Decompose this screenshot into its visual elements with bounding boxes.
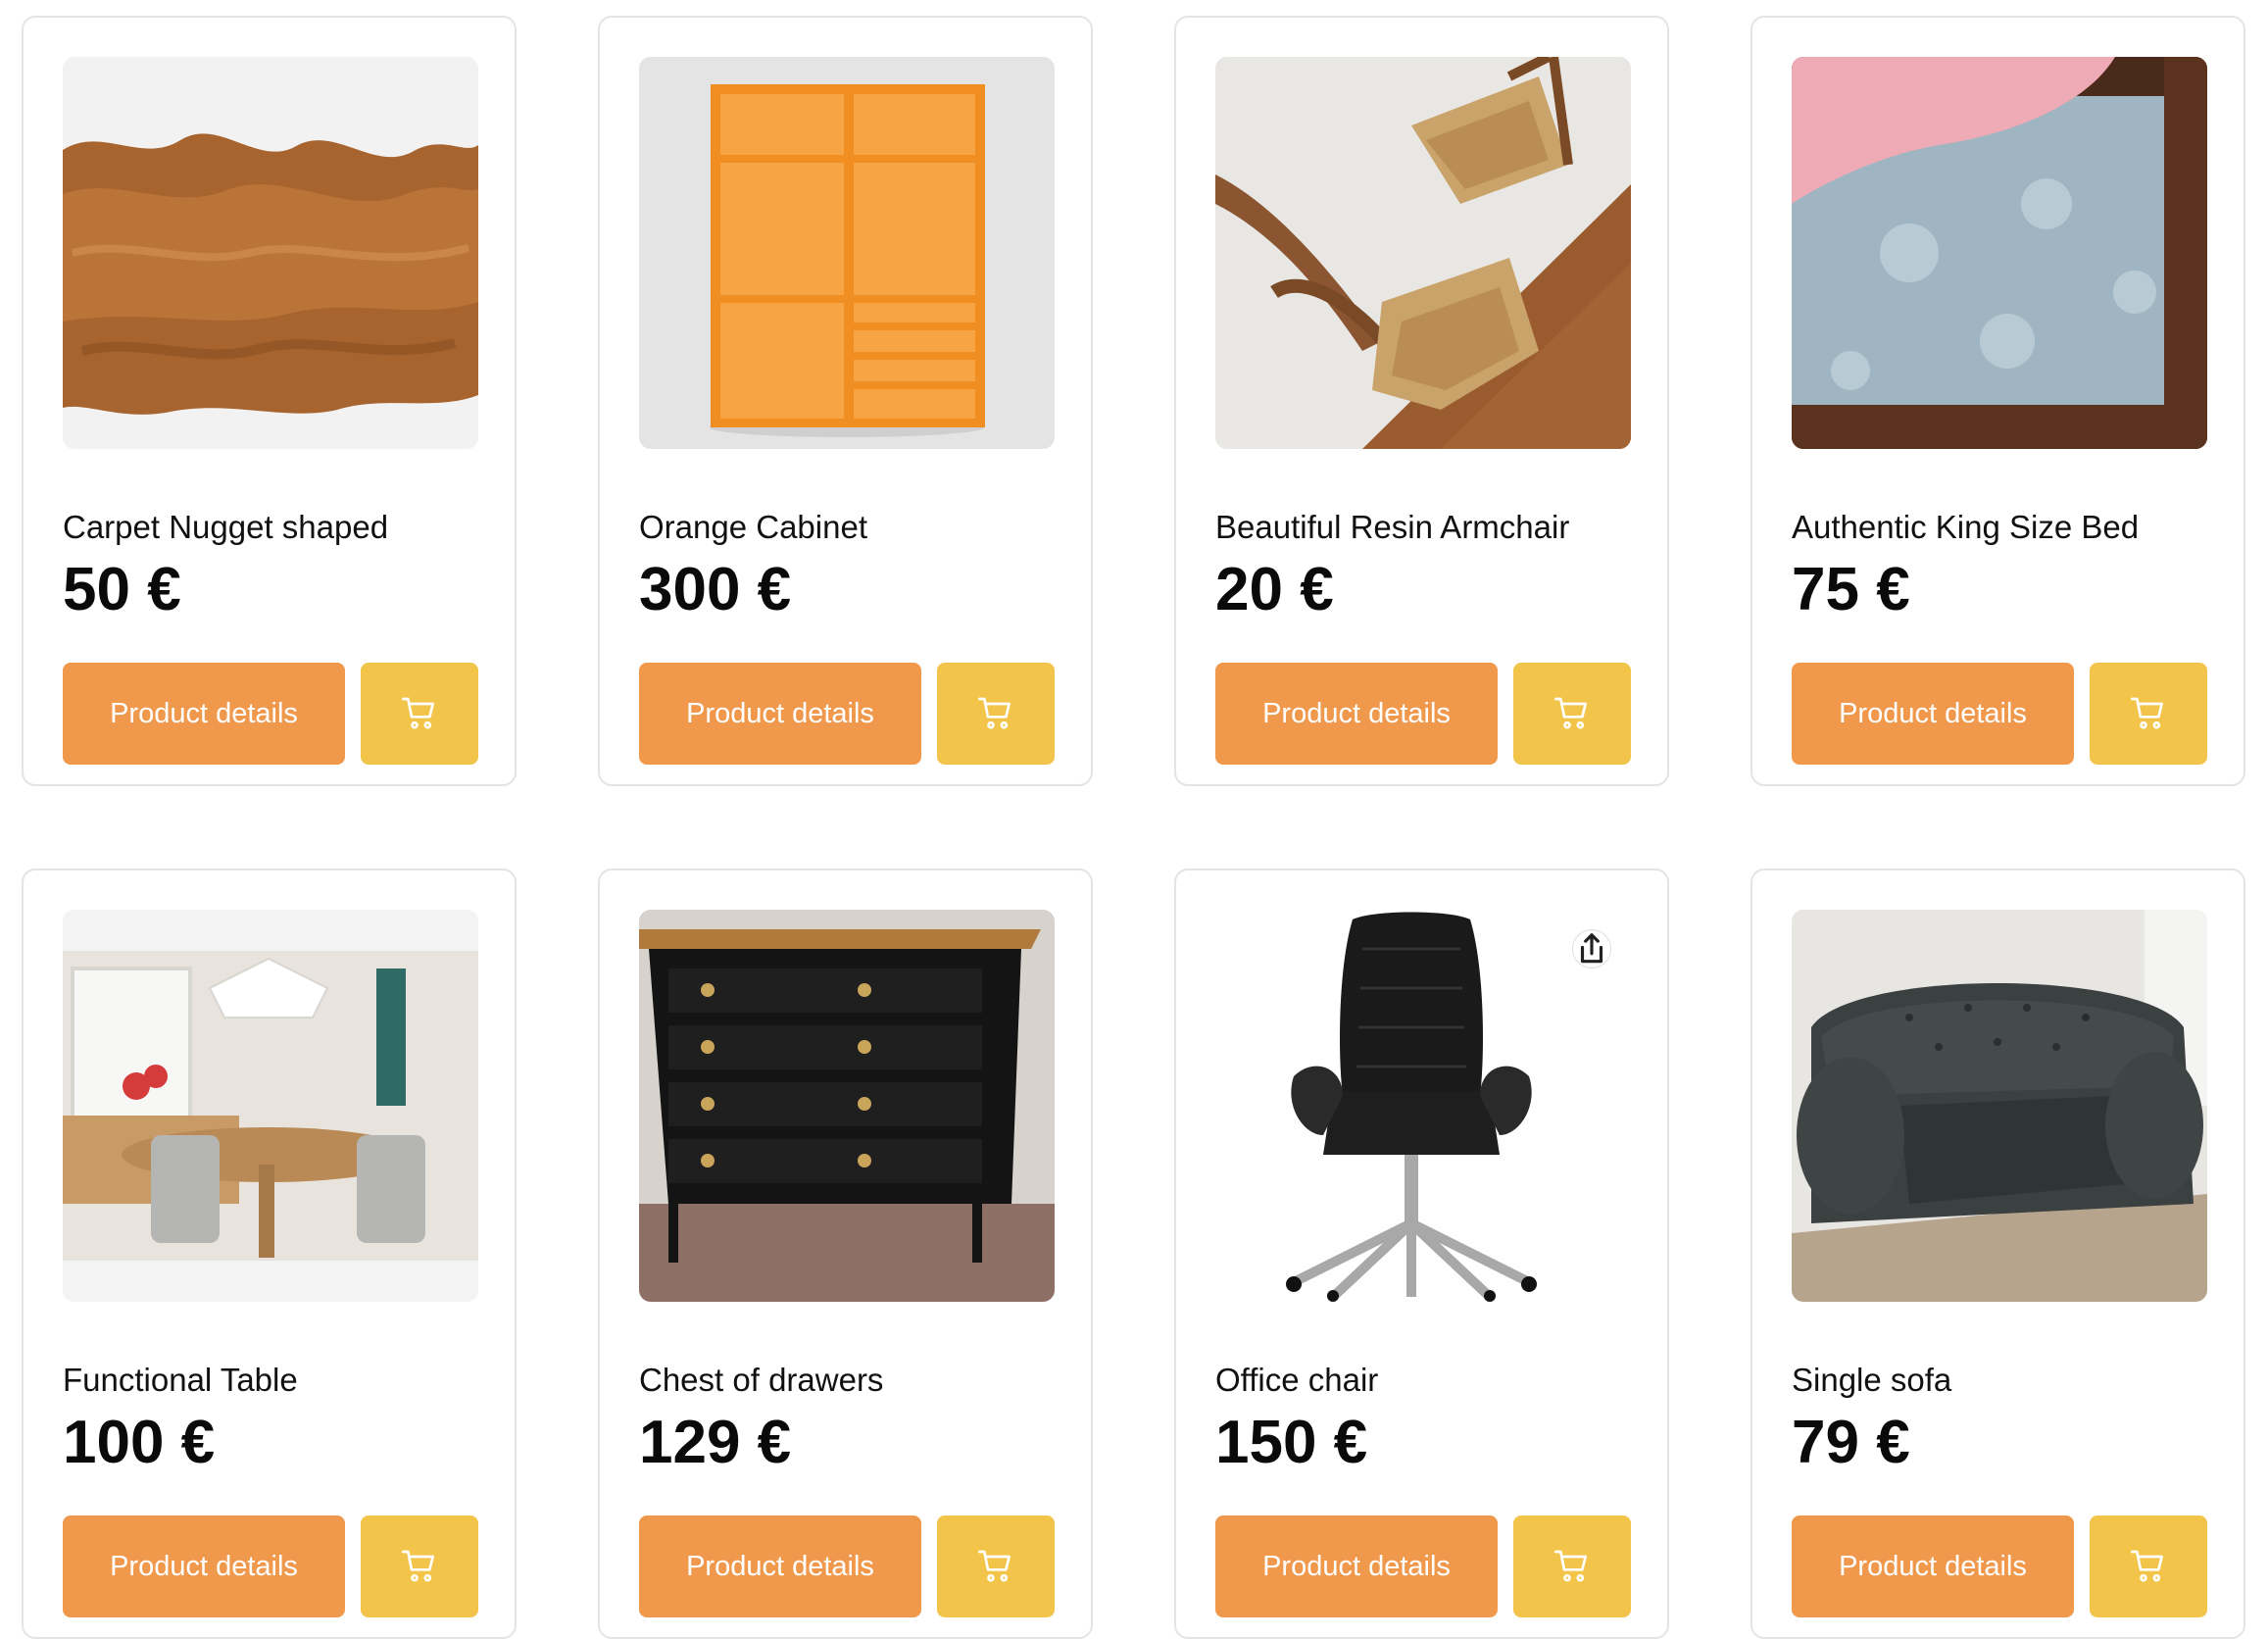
orange-cabinet-picture	[639, 57, 1055, 449]
product-price: 75 €	[1792, 556, 1910, 623]
product-title: Authentic King Size Bed	[1792, 509, 2140, 545]
add-to-cart-button[interactable]	[937, 1515, 1055, 1617]
product-image-chesterfield-sofa[interactable]	[1792, 910, 2207, 1302]
office-chair-picture	[1215, 910, 1631, 1302]
shopping-cart-icon	[978, 697, 1011, 729]
wooden-chairs-picture	[1215, 57, 1631, 449]
product-price: 79 €	[1792, 1409, 1910, 1476]
product-image-orange-cabinet[interactable]	[639, 57, 1055, 449]
shopping-cart-icon	[1554, 697, 1587, 729]
product-details-button[interactable]: Product details	[1215, 1515, 1498, 1617]
product-card: Single sofa 79 € Product details	[1750, 869, 2245, 1639]
chesterfield-sofa-picture	[1792, 910, 2207, 1302]
dining-room-picture	[63, 910, 478, 1302]
add-to-cart-button[interactable]	[2090, 663, 2207, 765]
bed-mattress-picture	[1792, 57, 2207, 449]
fur-rug-picture	[63, 57, 478, 449]
product-price: 50 €	[63, 556, 181, 623]
share-button[interactable]	[1572, 929, 1611, 968]
product-price: 100 €	[63, 1409, 216, 1476]
product-details-button[interactable]: Product details	[1792, 1515, 2074, 1617]
product-price: 150 €	[1215, 1409, 1368, 1476]
add-to-cart-button[interactable]	[361, 1515, 478, 1617]
product-title: Chest of drawers	[639, 1362, 884, 1398]
product-card: Authentic King Size Bed 75 € Product det…	[1750, 16, 2245, 786]
product-details-button[interactable]: Product details	[1792, 663, 2074, 765]
add-to-cart-button[interactable]	[361, 663, 478, 765]
shopping-cart-icon	[1554, 1550, 1587, 1582]
product-card: Orange Cabinet 300 € Product details	[598, 16, 1093, 786]
add-to-cart-button[interactable]	[1513, 1515, 1631, 1617]
add-to-cart-button[interactable]	[2090, 1515, 2207, 1617]
product-card: Chest of drawers 129 € Product details	[598, 869, 1093, 1639]
product-details-button[interactable]: Product details	[639, 1515, 921, 1617]
black-dresser-picture	[639, 910, 1055, 1302]
product-image-fur-rug[interactable]	[63, 57, 478, 449]
product-image-wooden-chairs[interactable]	[1215, 57, 1631, 449]
product-title: Functional Table	[63, 1362, 298, 1398]
product-image-bed-mattress[interactable]	[1792, 57, 2207, 449]
product-details-button[interactable]: Product details	[639, 663, 921, 765]
product-card: Beautiful Resin Armchair 20 € Product de…	[1174, 16, 1669, 786]
shopping-cart-icon	[2131, 1550, 2163, 1582]
share-icon	[1580, 933, 1603, 964]
add-to-cart-button[interactable]	[937, 663, 1055, 765]
product-title: Beautiful Resin Armchair	[1215, 509, 1570, 545]
product-title: Carpet Nugget shaped	[63, 509, 389, 545]
product-card: Carpet Nugget shaped 50 € Product detail…	[22, 16, 517, 786]
shopping-cart-icon	[2131, 697, 2163, 729]
add-to-cart-button[interactable]	[1513, 663, 1631, 765]
product-details-button[interactable]: Product details	[1215, 663, 1498, 765]
product-price: 129 €	[639, 1409, 792, 1476]
product-grid: Carpet Nugget shaped 50 € Product detail…	[0, 0, 2268, 1639]
product-title: Office chair	[1215, 1362, 1379, 1398]
product-details-button[interactable]: Product details	[63, 1515, 345, 1617]
shopping-cart-icon	[402, 1550, 434, 1582]
product-price: 20 €	[1215, 556, 1334, 623]
product-image-office-chair[interactable]	[1215, 910, 1631, 1302]
product-card: Functional Table 100 € Product details	[22, 869, 517, 1639]
product-image-dining-room[interactable]	[63, 910, 478, 1302]
product-card: Office chair 150 € Product details	[1174, 869, 1669, 1639]
product-price: 300 €	[639, 556, 792, 623]
product-title: Orange Cabinet	[639, 509, 867, 545]
product-details-button[interactable]: Product details	[63, 663, 345, 765]
product-image-black-dresser[interactable]	[639, 910, 1055, 1302]
shopping-cart-icon	[978, 1550, 1011, 1582]
product-title: Single sofa	[1792, 1362, 1952, 1398]
shopping-cart-icon	[402, 697, 434, 729]
